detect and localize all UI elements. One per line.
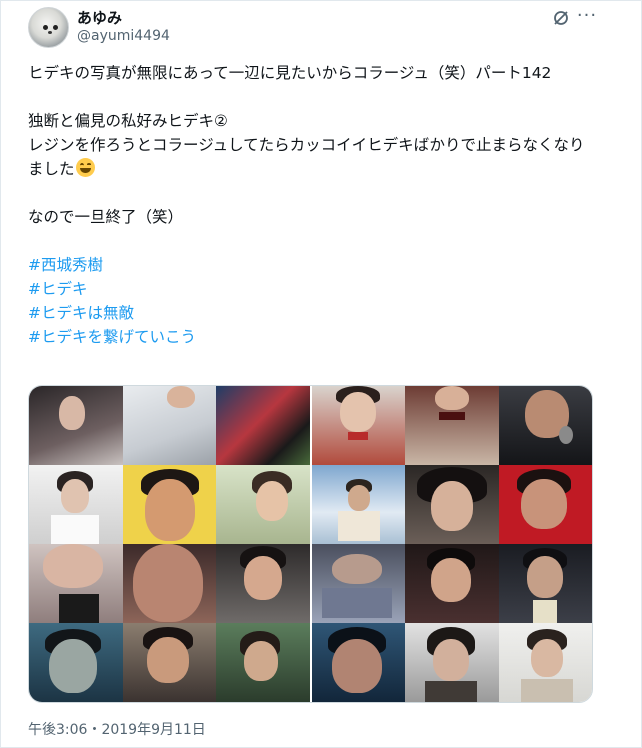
- photo-tile: [122, 623, 216, 702]
- grok-icon[interactable]: [552, 9, 570, 27]
- photo-tile: [498, 386, 592, 465]
- photo-right[interactable]: [311, 386, 592, 702]
- photo-tile: [311, 386, 405, 465]
- photo-tile: [311, 465, 405, 544]
- user-handle[interactable]: @ayumi4494: [77, 28, 170, 44]
- photo-tile: [311, 544, 405, 623]
- photo-tile: [29, 465, 123, 544]
- photo-tile: [405, 465, 499, 544]
- hashtag-link[interactable]: #ヒデキ: [28, 277, 598, 301]
- display-name[interactable]: あゆみ: [77, 7, 122, 28]
- photo-tile: [498, 544, 592, 623]
- grinning-squinting-face-icon: [75, 158, 95, 177]
- photo-tile: [498, 465, 592, 544]
- photo-tile: [405, 544, 499, 623]
- photo-collage[interactable]: [28, 385, 593, 703]
- photo-tile: [122, 386, 216, 465]
- tweet-card: あゆみ @ayumi4494 ··· ヒデキの写真が無限にあって一辺に見たいから…: [0, 0, 642, 748]
- tweet-line-with-emoji: レジンを作ろうとコラージュしてたらカッコイイヒデキばかりで止まらなくなりました: [28, 136, 585, 178]
- photo-tile: [311, 623, 405, 702]
- photo-tile: [216, 544, 310, 623]
- tweet-text: ヒデキの写真が無限にあって一辺に見たいからコラージュ（笑）パート142 独断と偏…: [28, 61, 598, 349]
- hashtag-link[interactable]: #ヒデキを繋げていこう: [28, 325, 598, 349]
- photo-tile: [122, 544, 216, 623]
- more-options-icon[interactable]: ···: [576, 7, 598, 27]
- photo-tile: [216, 386, 310, 465]
- photo-left[interactable]: [29, 386, 310, 702]
- photo-tile: [405, 386, 499, 465]
- photo-tile: [29, 623, 123, 702]
- photo-tile: [122, 465, 216, 544]
- tweet-line: 独断と偏見の私好みヒデキ②: [28, 112, 228, 130]
- tweet-line: ヒデキの写真が無限にあって一辺に見たいからコラージュ（笑）パート142: [28, 64, 552, 82]
- photo-tile: [498, 623, 592, 702]
- photo-tile: [29, 544, 123, 623]
- tweet-timestamp[interactable]: 午後3:06・2019年9月11日: [28, 719, 206, 739]
- photo-tile: [216, 623, 310, 702]
- photo-tile: [405, 623, 499, 702]
- avatar[interactable]: [28, 7, 69, 48]
- photo-tile: [29, 386, 123, 465]
- hashtag-link[interactable]: #西城秀樹: [28, 253, 598, 277]
- tweet-line: なので一旦終了（笑）: [28, 208, 184, 226]
- hashtag-link[interactable]: #ヒデキは無敵: [28, 301, 598, 325]
- photo-tile: [216, 465, 310, 544]
